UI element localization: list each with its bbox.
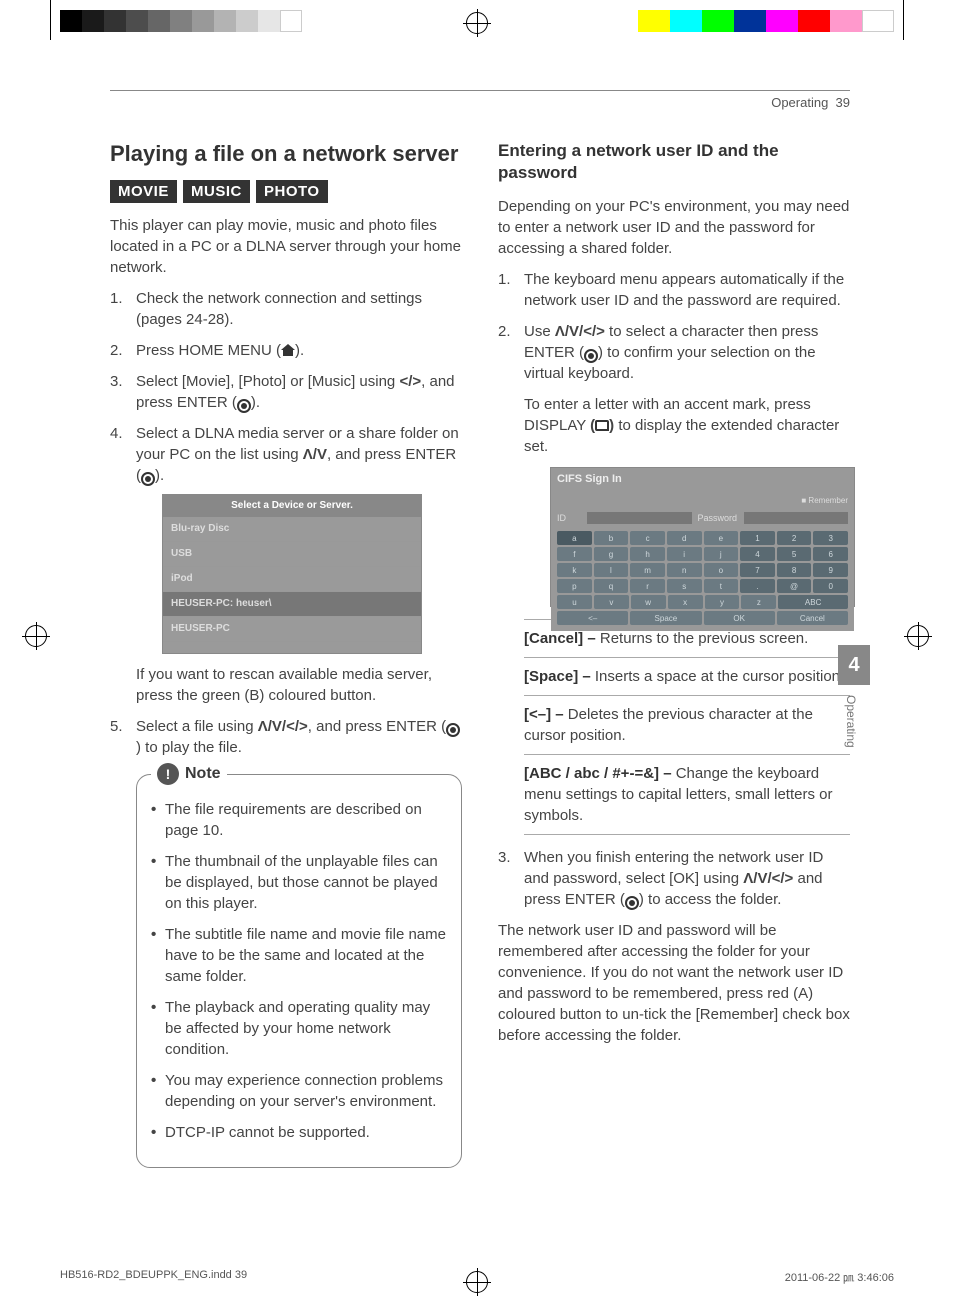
right-outro: The network user ID and password will be…: [498, 920, 850, 1046]
step-3: Select [Movie], [Photo] or [Music] using…: [110, 371, 462, 413]
list-item: iPod: [163, 567, 421, 592]
rstep-3: When you finish entering the network use…: [498, 847, 850, 910]
crop-mark: [903, 0, 904, 40]
page-footer: HB516-RD2_BDEUPPK_ENG.indd 39 2011-06-22…: [60, 1269, 894, 1285]
device-list-title: Select a Device or Server.: [163, 495, 421, 517]
note-item: The playback and operating quality may b…: [151, 997, 447, 1060]
right-column: Entering a network user ID and the passw…: [498, 140, 850, 1168]
left-intro: This player can play movie, music and ph…: [110, 215, 462, 278]
side-tab-number: 4: [838, 645, 870, 685]
enter-icon: [584, 349, 598, 363]
step-1: Check the network connection and setting…: [110, 288, 462, 330]
right-steps: The keyboard menu appears automatically …: [498, 269, 850, 910]
note-item: The subtitle file name and movie file na…: [151, 924, 447, 987]
def-space: [Space] – Inserts a space at the cursor …: [524, 657, 850, 695]
media-tags: MOVIE MUSIC PHOTO: [110, 180, 462, 203]
step-5: Select a file using Λ/V/</>, and press E…: [110, 716, 462, 758]
right-intro: Depending on your PC's environment, you …: [498, 196, 850, 259]
footer-timestamp: 2011-06-22 ㏘ 3:46:06: [785, 1269, 894, 1285]
list-item: HEUSER-PC: [163, 617, 421, 642]
enter-icon: [625, 896, 639, 910]
side-tab-label: Operating: [844, 695, 858, 748]
registration-mark-top: [466, 12, 488, 34]
registration-mark-right: [907, 625, 929, 647]
arrows-all: Λ/V/</>: [258, 718, 308, 735]
color-bar-right: [638, 10, 894, 32]
color-bar-left: [60, 10, 302, 32]
enter-icon: [237, 399, 251, 413]
list-item: HEUSER-PC: heuser\: [163, 592, 421, 617]
after-image-text: If you want to rescan available media se…: [136, 664, 462, 706]
arrows-ud: Λ/V: [303, 446, 327, 463]
def-abc: [ABC / abc / #+-=&] – Change the keyboar…: [524, 754, 850, 835]
step-4: Select a DLNA media server or a share fo…: [110, 423, 462, 706]
def-backspace: [<–] – Deletes the previous character at…: [524, 695, 850, 754]
rstep-2: Use Λ/V/</> to select a character then p…: [498, 321, 850, 835]
keyboard-screenshot: CIFS Sign In ■ Remember ID Password abcd…: [550, 467, 855, 607]
crop-mark: [50, 0, 51, 40]
tag-music: MUSIC: [183, 180, 250, 203]
header-section: Operating: [771, 95, 828, 110]
list-item: Blu-ray Disc: [163, 517, 421, 542]
tag-movie: MOVIE: [110, 180, 177, 203]
note-item: DTCP-IP cannot be supported.: [151, 1122, 447, 1143]
left-column: Playing a file on a network server MOVIE…: [110, 140, 462, 1168]
enter-icon: [446, 723, 460, 737]
rstep-1: The keyboard menu appears automatically …: [498, 269, 850, 311]
note-item: The file requirements are described on p…: [151, 799, 447, 841]
registration-mark-left: [25, 625, 47, 647]
enter-icon: [141, 472, 155, 486]
note-item: You may experience connection problems d…: [151, 1070, 447, 1112]
note-box: ! Note The file requirements are describ…: [136, 774, 462, 1168]
device-list-screenshot: Select a Device or Server. Blu-ray Disc …: [162, 494, 422, 654]
note-title: Note: [185, 765, 221, 783]
arrows-all: Λ/V/</>: [743, 870, 793, 887]
left-steps: Check the network connection and setting…: [110, 288, 462, 758]
info-icon: !: [157, 763, 179, 785]
note-item: The thumbnail of the unplayable files ca…: [151, 851, 447, 914]
left-title: Playing a file on a network server: [110, 140, 462, 168]
page-content: Operating 39 Playing a file on a network…: [110, 90, 850, 1168]
step-2: Press HOME MENU ().: [110, 340, 462, 361]
keyboard-definitions: [Cancel] – Returns to the previous scree…: [524, 619, 850, 835]
arrows-lr: </>: [399, 373, 421, 390]
right-title: Entering a network user ID and the passw…: [498, 140, 850, 184]
home-icon: [281, 344, 295, 356]
footer-file: HB516-RD2_BDEUPPK_ENG.indd 39: [60, 1269, 247, 1285]
arrows-all: Λ/V/</>: [555, 323, 605, 340]
page-header: Operating 39: [110, 95, 850, 110]
display-icon: [595, 420, 609, 431]
kb-title: CIFS Sign In: [551, 468, 854, 491]
tag-photo: PHOTO: [256, 180, 328, 203]
header-page: 39: [836, 95, 850, 110]
list-item: USB: [163, 542, 421, 567]
